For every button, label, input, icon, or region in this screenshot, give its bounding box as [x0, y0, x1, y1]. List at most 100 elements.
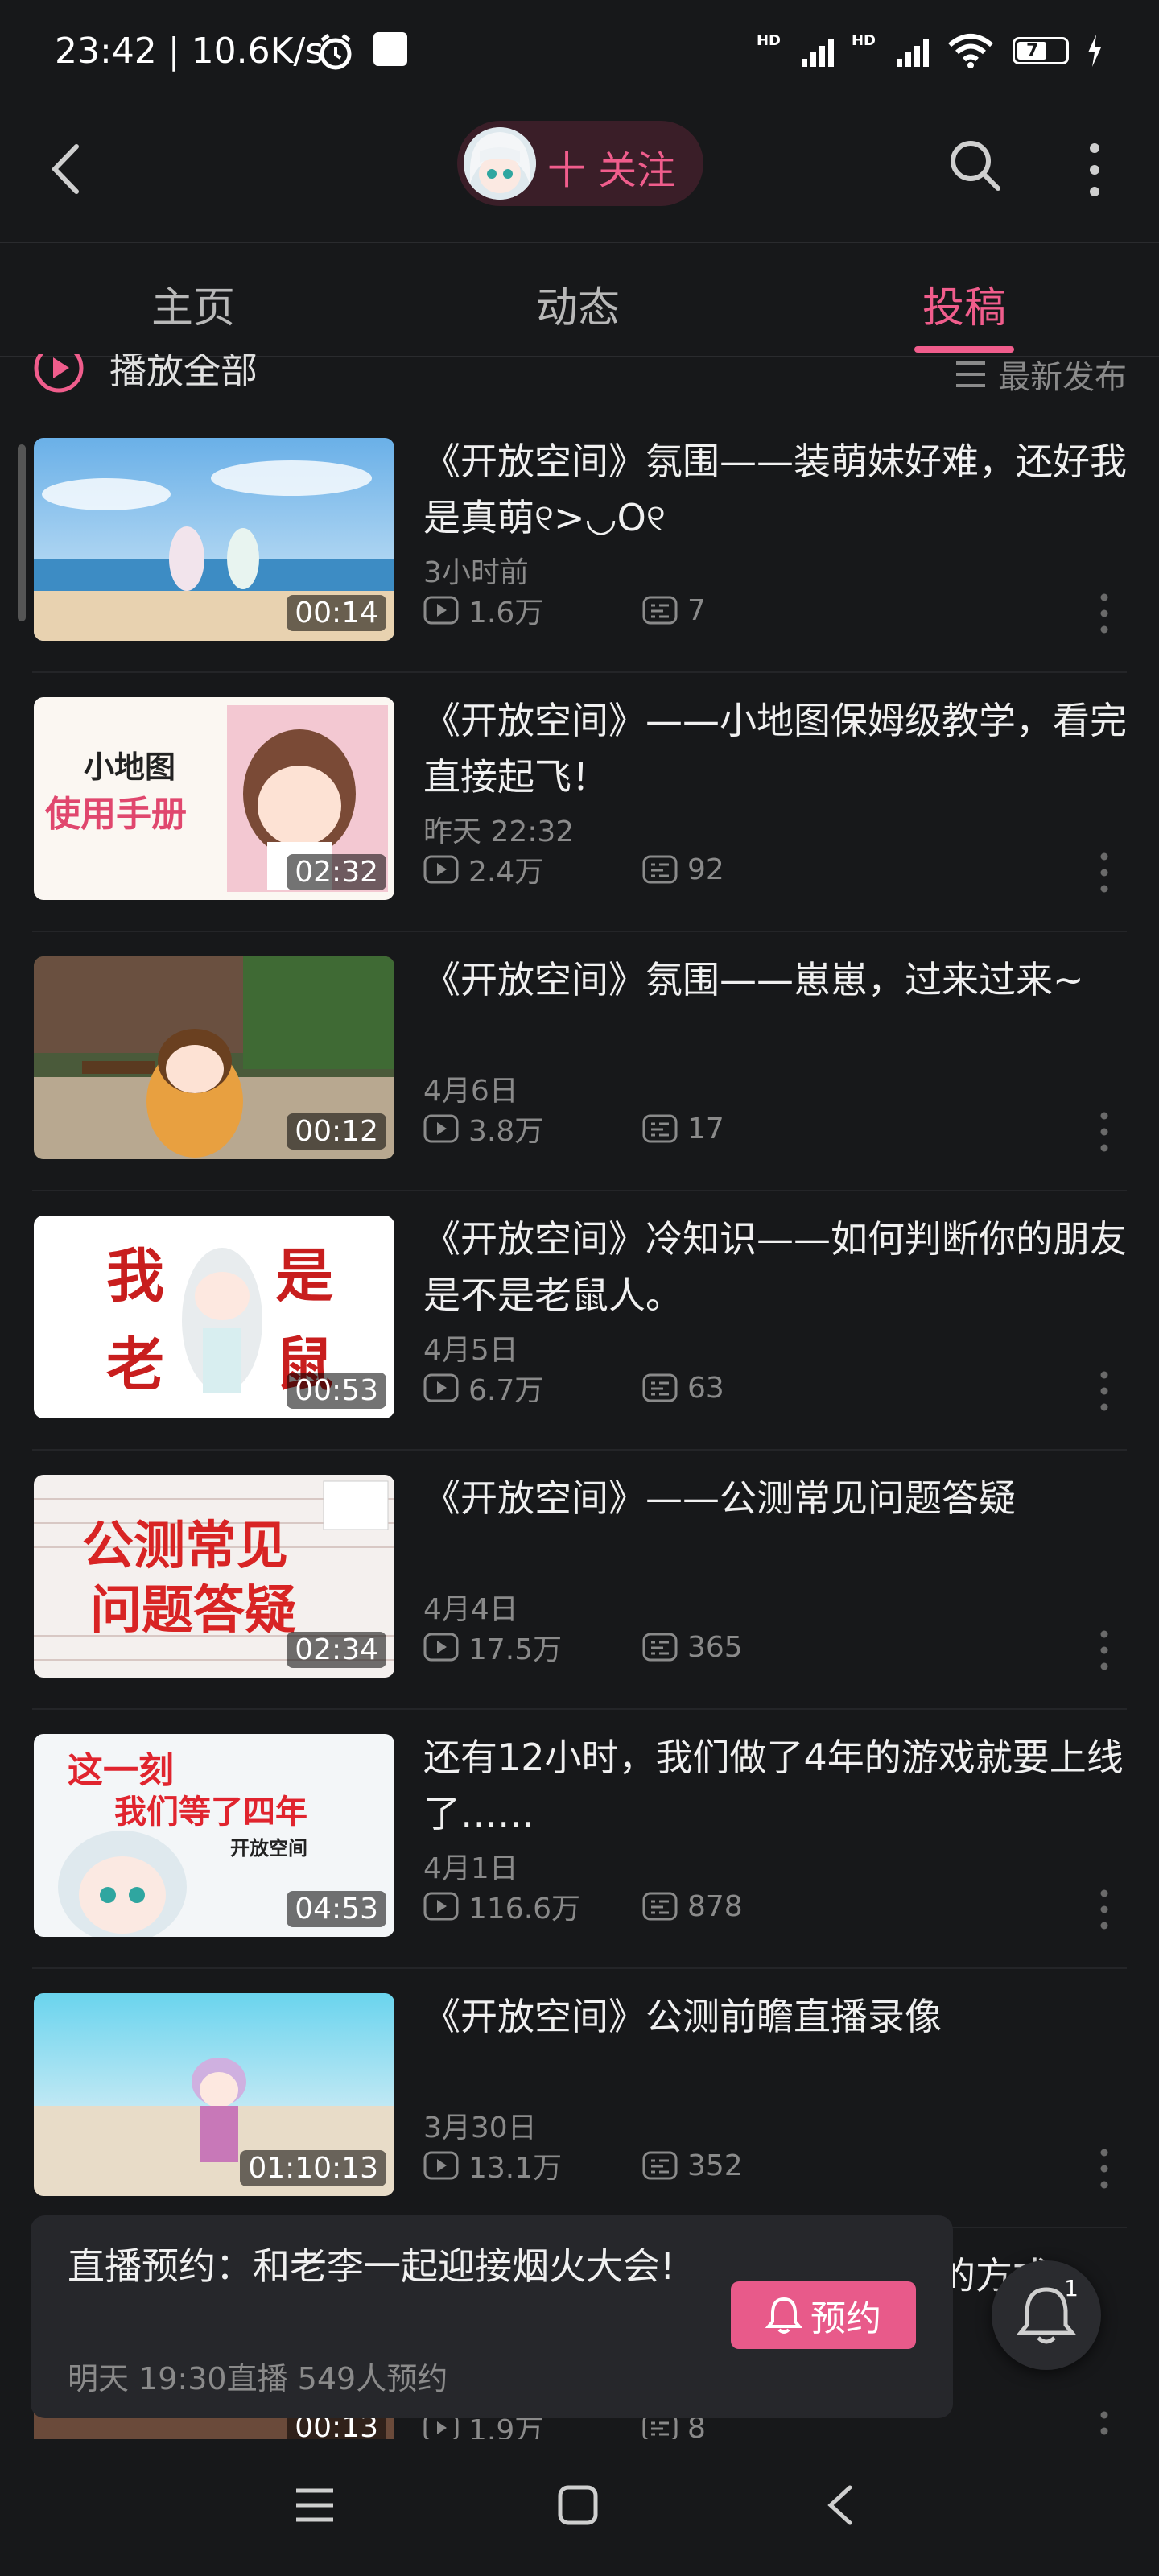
signal-icon-1 [801, 35, 834, 67]
item-more-icon[interactable] [1099, 1629, 1109, 1671]
thumb-caption: 问题答疑 [90, 1580, 296, 1641]
video-date: 3小时前 [423, 556, 529, 589]
item-more-icon[interactable] [1099, 592, 1109, 634]
video-thumbnail[interactable]: 我 是 老 鼠 00:53 [34, 1216, 394, 1418]
video-title[interactable]: 《开放空间》公测前瞻直播录像 [423, 1988, 1132, 2045]
video-title[interactable]: 《开放空间》氛围——装萌妹好难，还好我是真萌୧>◡O୧ [423, 433, 1132, 546]
search-icon[interactable] [943, 134, 1008, 198]
video-date: 4月1日 [423, 1852, 518, 1885]
thumb-caption: 小地图 [84, 749, 175, 785]
video-duration: 00:12 [287, 1113, 386, 1150]
video-date: 4月5日 [423, 1334, 518, 1367]
play-count-icon [423, 1633, 459, 1662]
bell-badge: 1 [1064, 2275, 1079, 2301]
video-stats: 6.7万 63 [423, 1367, 724, 1409]
hd-label-1: HD [756, 32, 781, 49]
home-icon[interactable] [555, 2483, 600, 2528]
follow-button[interactable]: 十 关注 [457, 121, 703, 206]
danmaku-icon [642, 1114, 678, 1143]
danmaku-icon [642, 596, 678, 625]
list-item[interactable]: 我 是 老 鼠 00:53 《开放空间》冷知识——如何判断你的朋友是不是老鼠人。… [0, 1191, 1159, 1451]
list-item[interactable]: 01:10:13 《开放空间》公测前瞻直播录像 3月30日 13.1万 352 [0, 1969, 1159, 2228]
signal-icon-2 [897, 35, 929, 67]
thumb-caption: 开放空间 [230, 1837, 307, 1860]
item-more-icon[interactable] [1099, 1370, 1109, 1412]
view-count: 13.1万 [423, 2145, 562, 2186]
video-title[interactable]: 《开放空间》——小地图保姆级教学，看完直接起飞！ [423, 692, 1132, 805]
video-thumbnail[interactable]: 01:10:13 [34, 1993, 394, 2196]
tab-bar: 主页 动态 投稿 [0, 242, 1159, 357]
back-nav-icon[interactable] [821, 2483, 861, 2528]
danmaku-icon [642, 1633, 678, 1662]
reserve-button[interactable]: 预约 [731, 2281, 916, 2349]
battery-icon: 7 [1013, 37, 1069, 64]
video-thumbnail[interactable]: 公测常见 问题答疑 02:34 [34, 1475, 394, 1678]
back-button[interactable] [40, 137, 97, 201]
item-more-icon[interactable] [1099, 2410, 1109, 2439]
video-duration: 02:32 [287, 854, 386, 890]
danmaku-icon [642, 1373, 678, 1402]
notification-icon [373, 32, 407, 66]
list-item[interactable]: 这一刻 我们等了四年 开放空间 04:53 还有12小时，我们做了4年的游戏就要… [0, 1710, 1159, 1969]
video-title[interactable]: 还有12小时，我们做了4年的游戏就要上线了…… [423, 1729, 1132, 1842]
tab-dynamic[interactable]: 动态 [536, 274, 620, 334]
live-reservation-banner[interactable]: 直播预约：和老李一起迎接烟火大会! 明天 19:30直播 549人预约 预约 [31, 2215, 953, 2418]
video-stats: 13.1万 352 [423, 2145, 743, 2186]
top-app-bar: 十 关注 [0, 105, 1159, 242]
item-more-icon[interactable] [1099, 852, 1109, 894]
play-count-icon [423, 596, 459, 625]
danmaku-count: 17 [642, 1113, 724, 1146]
video-title[interactable]: 《开放空间》冷知识——如何判断你的朋友是不是老鼠人。 [423, 1211, 1132, 1323]
danmaku-icon [642, 1892, 678, 1921]
video-thumbnail[interactable]: 这一刻 我们等了四年 开放空间 04:53 [34, 1734, 394, 1937]
floating-bell-button[interactable]: 1 [992, 2260, 1101, 2370]
thumb-caption: 我们等了四年 [114, 1793, 307, 1831]
item-more-icon[interactable] [1099, 1111, 1109, 1153]
danmaku-count: 878 [642, 1890, 743, 1923]
thumb-caption: 是 [275, 1241, 333, 1310]
video-thumbnail[interactable]: 小地图 使用手册 02:32 [34, 697, 394, 900]
menu-icon[interactable] [293, 2486, 336, 2524]
play-count-icon [423, 1373, 459, 1402]
video-duration: 00:14 [287, 595, 386, 631]
video-thumbnail[interactable]: 00:12 [34, 956, 394, 1159]
danmaku-count: 352 [642, 2149, 743, 2182]
list-item[interactable]: 公测常见 问题答疑 02:34 《开放空间》——公测常见问题答疑 4月4日 17… [0, 1451, 1159, 1710]
video-date: 昨天 22:32 [423, 815, 575, 848]
video-thumbnail[interactable]: 00:14 [34, 438, 394, 641]
tab-home[interactable]: 主页 [151, 274, 235, 334]
thumb-caption: 使用手册 [45, 794, 187, 835]
play-all-label: 播放全部 [109, 354, 258, 392]
sort-label: 最新发布 [998, 359, 1127, 396]
video-date: 4月6日 [423, 1075, 518, 1108]
thumb-caption: 这一刻 [68, 1750, 174, 1791]
battery-level: 7 [1026, 41, 1039, 61]
danmaku-count: 365 [642, 1631, 743, 1664]
sort-icon [956, 361, 985, 387]
tab-uploads[interactable]: 投稿 [922, 274, 1006, 334]
list-item[interactable]: 00:12 《开放空间》氛围——崽崽，过来过来~ 4月6日 3.8万 17 [0, 932, 1159, 1191]
play-count-icon [423, 855, 459, 884]
thumb-caption: 老 [106, 1330, 164, 1398]
item-more-icon[interactable] [1099, 2148, 1109, 2190]
more-options-icon[interactable] [1079, 134, 1111, 206]
thumb-caption: 我 [106, 1241, 164, 1310]
list-item[interactable]: 小地图 使用手册 02:32 《开放空间》——小地图保姆级教学，看完直接起飞！ … [0, 673, 1159, 932]
view-count: 1.6万 [423, 589, 543, 631]
play-count-icon [423, 1892, 459, 1921]
status-time: 23:42 | 10.6K/s [55, 31, 324, 72]
video-stats: 2.4万 92 [423, 848, 724, 890]
video-title[interactable]: 《开放空间》氛围——崽崽，过来过来~ [423, 952, 1132, 1008]
danmaku-count: 63 [642, 1372, 724, 1405]
system-nav-bar [0, 2439, 1159, 2576]
item-more-icon[interactable] [1099, 1889, 1109, 1930]
video-stats: 17.5万 365 [423, 1626, 743, 1668]
alarm-icon [320, 34, 352, 70]
avatar [464, 127, 536, 200]
list-item[interactable]: 00:14 《开放空间》氛围——装萌妹好难，还好我是真萌୧>◡O୧ 3小时前 1… [0, 414, 1159, 673]
sort-selector[interactable]: 最新发布 [955, 354, 1127, 398]
play-all-button[interactable]: 播放全部 [32, 354, 258, 393]
video-title[interactable]: 《开放空间》——公测常见问题答疑 [423, 1470, 1132, 1526]
play-count-icon [423, 2151, 459, 2180]
bell-icon [765, 2297, 802, 2334]
